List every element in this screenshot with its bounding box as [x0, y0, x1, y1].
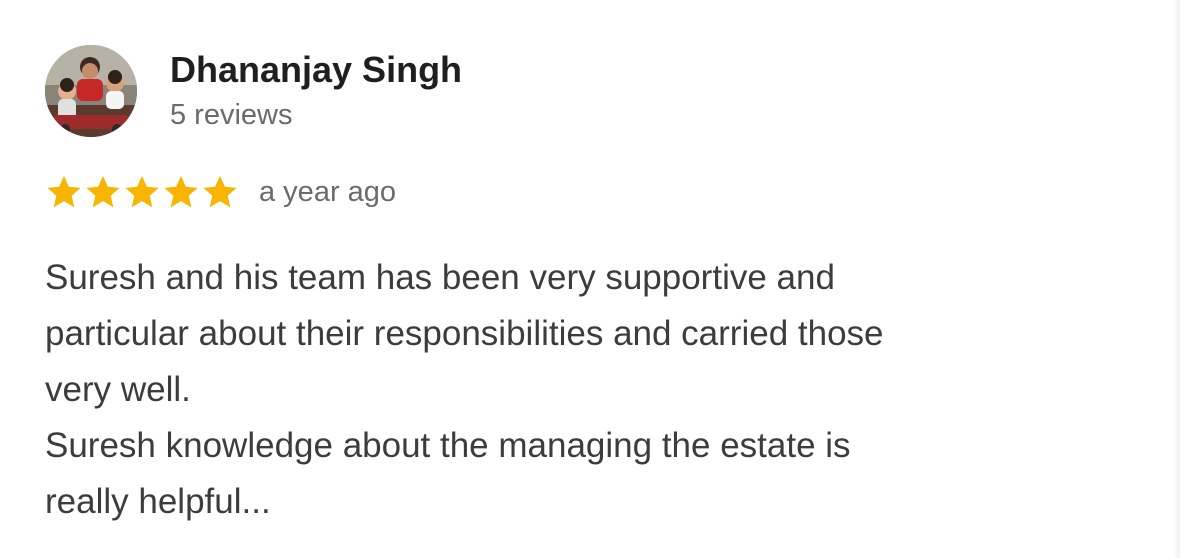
- review-text-line: Suresh and his team has been very suppor…: [45, 258, 835, 297]
- star-rating: [45, 173, 240, 211]
- star-icon: [86, 175, 120, 208]
- review-text-line: Suresh knowledge about the managing the …: [45, 426, 851, 465]
- author-name[interactable]: Dhananjay Singh: [170, 50, 462, 90]
- review-text-line: very well.: [45, 370, 191, 409]
- rating-row: a year ago: [45, 170, 396, 214]
- review-text: Suresh and his team has been very suppor…: [45, 250, 1045, 530]
- star-icon: [164, 175, 198, 208]
- review-card: Dhananjay Singh 5 reviews a year ago Sur…: [0, 0, 1180, 558]
- review-time: a year ago: [259, 175, 397, 208]
- star-icon: [47, 175, 81, 208]
- author-avatar[interactable]: [45, 45, 137, 137]
- card-edge: [1172, 0, 1180, 558]
- avatar-photo: [45, 45, 137, 137]
- star-icon: [125, 175, 159, 208]
- review-text-line: particular about their responsibilities …: [45, 314, 884, 353]
- review-text-line: really helpful...: [45, 482, 271, 521]
- star-icon: [203, 175, 237, 208]
- review-count: 5 reviews: [170, 99, 293, 131]
